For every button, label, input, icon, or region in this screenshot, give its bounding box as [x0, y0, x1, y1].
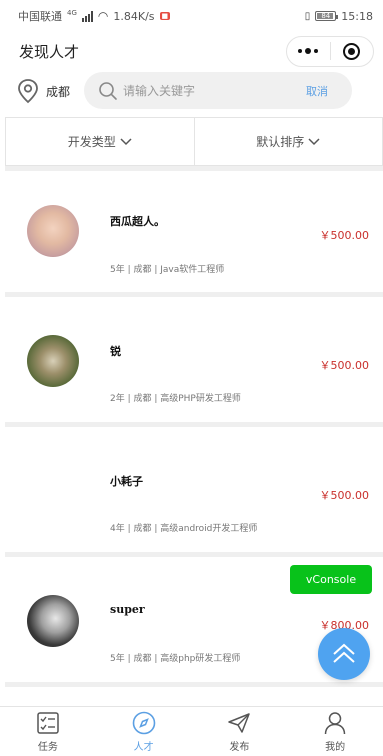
search-row: 成都 取消: [0, 72, 383, 110]
network-type: 4G: [67, 9, 77, 17]
carrier-label: 中国联通: [18, 10, 62, 23]
send-icon: [228, 713, 251, 733]
tab-publish-label: 发布: [229, 742, 250, 753]
mini-program-capsule: [286, 35, 374, 67]
talent-card: [5, 682, 383, 692]
chevron-down-icon: [308, 137, 320, 145]
avatar: [27, 595, 79, 647]
compass-icon: [132, 711, 155, 735]
nav-bar: 发现人才: [0, 32, 383, 70]
close-target-icon: [343, 42, 361, 60]
scroll-top-button[interactable]: [318, 628, 370, 680]
talent-card[interactable]: 西瓜超人。 ￥500.00 5年 | 成都 | Java软件工程师: [5, 166, 383, 288]
person-icon: [324, 712, 346, 735]
tab-tasks-label: 任务: [37, 742, 58, 753]
status-bar: 中国联通 4G ◠ 1.84K/s ■ ▯ 84 15:18: [0, 0, 383, 32]
more-menu-button[interactable]: [287, 37, 330, 66]
location-pin-icon[interactable]: [16, 78, 40, 104]
clock: 15:18: [341, 9, 373, 23]
tab-publish[interactable]: 发布: [192, 707, 288, 756]
talent-card[interactable]: 锐 ￥500.00 2年 | 成都 | 高级PHP研发工程师: [5, 292, 383, 414]
talent-name: 小耗子: [110, 475, 143, 488]
talent-price: ￥500.00: [319, 229, 370, 242]
vibrate-icon: ▯: [304, 10, 311, 22]
close-miniprogram-button[interactable]: [331, 37, 374, 66]
chevron-down-icon: [120, 137, 132, 145]
double-chevron-up-icon: [333, 643, 355, 663]
tab-mine[interactable]: 我的: [287, 707, 383, 756]
battery-icon: 84: [315, 11, 339, 21]
task-list-icon: [37, 712, 59, 734]
page-title: 发现人才: [19, 42, 80, 61]
avatar: [27, 205, 79, 257]
search-box[interactable]: 取消: [84, 72, 352, 109]
filter-bar: 开发类型 默认排序: [5, 117, 383, 166]
talent-meta: 2年 | 成都 | 高级PHP研发工程师: [110, 394, 241, 404]
talent-name: super: [110, 603, 145, 616]
avatar: [27, 335, 79, 387]
signal-icon: [81, 10, 93, 22]
wifi-icon: ◠: [97, 9, 109, 23]
tab-talent[interactable]: 人才: [96, 707, 192, 756]
tab-talent-label: 人才: [133, 742, 154, 753]
talent-meta: 5年 | 成都 | 高级php研发工程师: [110, 654, 241, 664]
city-selector[interactable]: 成都: [46, 83, 70, 100]
more-dots-icon: [298, 48, 319, 54]
talent-name: 西瓜超人。: [110, 215, 165, 228]
tab-mine-label: 我的: [325, 742, 346, 753]
filter-dev-type[interactable]: 开发类型: [6, 118, 194, 165]
net-speed: 1.84K/s: [113, 9, 155, 23]
filter-sort-label: 默认排序: [256, 135, 305, 149]
talent-card[interactable]: 小耗子 ￥500.00 4年 | 成都 | 高级android开发工程师: [5, 422, 383, 544]
tab-tasks[interactable]: 任务: [0, 707, 96, 756]
cancel-button[interactable]: 取消: [306, 83, 328, 99]
filter-dev-type-label: 开发类型: [67, 135, 116, 149]
talent-price: ￥500.00: [319, 359, 370, 372]
filter-sort[interactable]: 默认排序: [195, 118, 383, 165]
talent-price: ￥500.00: [319, 489, 370, 502]
talent-meta: 4年 | 成都 | 高级android开发工程师: [110, 524, 258, 534]
tab-bar: 任务 人才 发布 我的: [0, 706, 383, 756]
talent-name: 锐: [110, 345, 121, 358]
app-notification-icon: ■: [159, 12, 171, 20]
search-icon: [99, 81, 117, 100]
talent-meta: 5年 | 成都 | Java软件工程师: [110, 265, 225, 275]
search-input[interactable]: [123, 83, 293, 98]
vconsole-button[interactable]: vConsole: [290, 565, 372, 594]
